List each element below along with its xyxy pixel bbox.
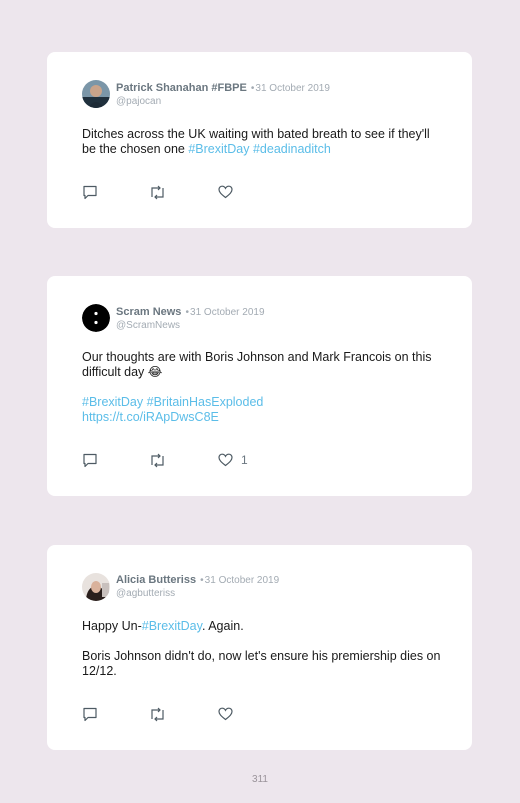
- tweet-text-content: . Again.: [201, 619, 244, 633]
- tweet-actions: [82, 185, 282, 201]
- page-number: 311: [252, 774, 268, 785]
- avatar[interactable]: [82, 304, 110, 332]
- retweet-button[interactable]: [149, 707, 166, 722]
- hashtag-link[interactable]: #BritainHasExploded: [147, 395, 264, 409]
- tweet-card: Scram News •31 October 2019 @ScramNews O…: [47, 276, 472, 496]
- like-count: 1: [241, 453, 248, 467]
- tweet-url-link[interactable]: https://t.co/iRApDwsC8E: [82, 410, 442, 425]
- like-button[interactable]: [218, 185, 241, 199]
- separator-dot: •: [250, 83, 255, 94]
- retweet-button[interactable]: [149, 185, 166, 200]
- reply-button[interactable]: [82, 453, 98, 468]
- retweet-icon: [151, 707, 164, 722]
- author-name[interactable]: Patrick Shanahan #FBPE: [116, 82, 247, 94]
- separator-dot: •: [185, 307, 190, 318]
- retweet-icon: [151, 185, 164, 200]
- retweet-button[interactable]: [149, 453, 166, 468]
- tweet-date[interactable]: 31 October 2019: [205, 575, 280, 586]
- reply-button[interactable]: [82, 185, 98, 200]
- tweet-text-paragraph: Boris Johnson didn't do, now let's ensur…: [82, 649, 441, 678]
- like-button[interactable]: [218, 707, 241, 721]
- author-handle[interactable]: @pajocan: [116, 95, 330, 108]
- tweet-header: Alicia Butteriss •31 October 2019 @agbut…: [116, 574, 279, 600]
- like-button[interactable]: 1: [218, 453, 248, 467]
- author-name[interactable]: Scram News: [116, 306, 181, 318]
- tweet-card: Alicia Butteriss •31 October 2019 @agbut…: [47, 545, 472, 750]
- author-handle[interactable]: @ScramNews: [116, 319, 265, 332]
- tweet-header: Scram News •31 October 2019 @ScramNews: [116, 306, 265, 332]
- reply-button[interactable]: [82, 707, 98, 722]
- avatar[interactable]: [82, 80, 110, 108]
- hashtag-link[interactable]: #BrexitDay: [142, 619, 202, 633]
- heart-icon: [218, 707, 233, 721]
- separator-dot: •: [200, 575, 204, 586]
- tweet-text-content: Happy Un-: [82, 619, 142, 633]
- tweet-text: Happy Un-#BrexitDay. Again. Boris Johnso…: [82, 619, 442, 679]
- hashtag-link[interactable]: #deadinaditch: [253, 142, 331, 156]
- author-handle[interactable]: @agbutteriss: [116, 587, 279, 600]
- tweet-date[interactable]: 31 October 2019: [255, 83, 330, 94]
- tweet-date[interactable]: 31 October 2019: [190, 307, 265, 318]
- tweet-text: Ditches across the UK waiting with bated…: [82, 127, 442, 157]
- reply-icon: [83, 185, 97, 200]
- tweet-text: Our thoughts are with Boris Johnson and …: [82, 350, 442, 425]
- author-name[interactable]: Alicia Butteriss: [116, 574, 196, 586]
- tweet-actions: [82, 707, 282, 723]
- hashtag-link[interactable]: #BrexitDay: [82, 395, 143, 409]
- retweet-icon: [151, 453, 164, 468]
- tweet-card: Patrick Shanahan #FBPE •31 October 2019 …: [47, 52, 472, 228]
- hashtag-link[interactable]: #BrexitDay: [188, 142, 249, 156]
- tweet-actions: 1: [82, 453, 282, 469]
- avatar[interactable]: [82, 573, 110, 601]
- tweet-header: Patrick Shanahan #FBPE •31 October 2019 …: [116, 82, 330, 108]
- heart-icon: [218, 453, 233, 467]
- heart-icon: [218, 185, 233, 199]
- reply-icon: [83, 707, 97, 722]
- tweet-text-content: Our thoughts are with Boris Johnson and …: [82, 350, 432, 379]
- reply-icon: [83, 453, 97, 468]
